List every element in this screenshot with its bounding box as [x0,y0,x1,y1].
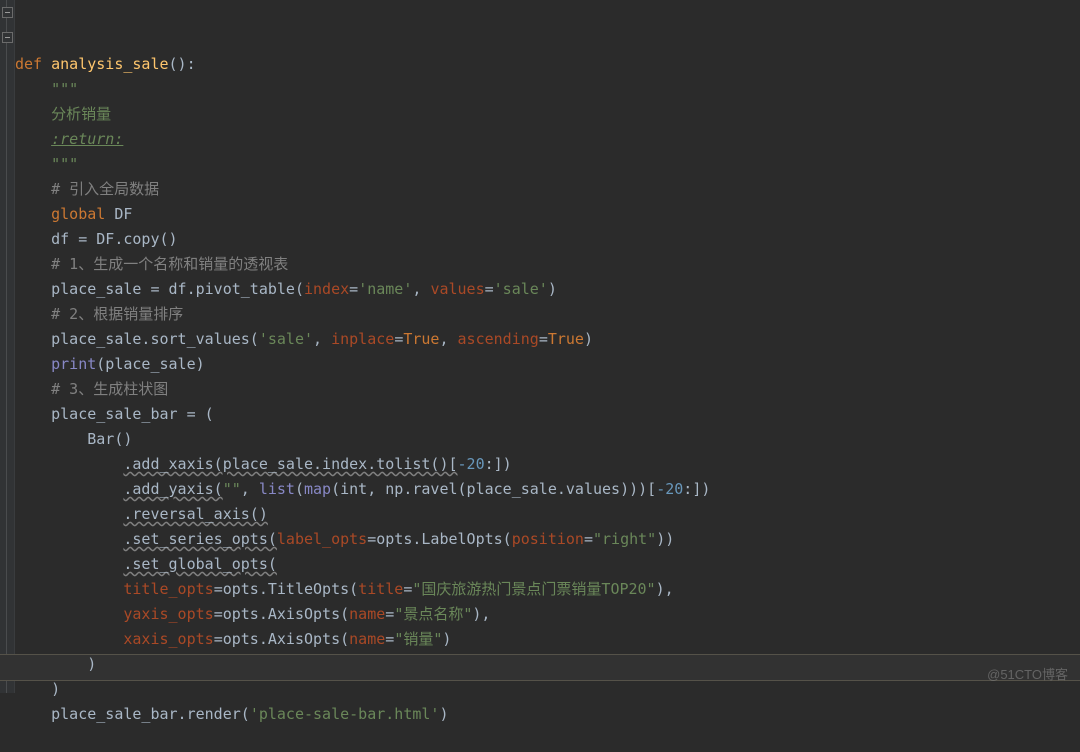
kwarg: ascending [458,330,539,348]
editor-gutter [0,0,15,693]
text: )) [656,530,674,548]
text: :]) [683,480,710,498]
docstring-tag: :return: [51,130,123,148]
fold-marker-icon[interactable] [2,7,13,18]
code-line: .set_global_opts( [123,555,277,573]
text: =opts.LabelOpts( [367,530,512,548]
string: "国庆旅游热门景点门票销量TOP20" [412,580,655,598]
code-line: place_sale_bar = ( [51,405,214,423]
docstring-close: """ [51,155,78,173]
string: "景点名称" [394,605,472,623]
kwarg: title [358,580,403,598]
kwarg: yaxis_opts [123,605,213,623]
code-line: ) [51,680,60,698]
builtin-list: list [259,480,295,498]
text: ) [548,280,557,298]
code-editor[interactable]: def analysis_sale(): """ 分析销量 :return: "… [15,0,1080,752]
string: 'sale' [494,280,548,298]
string: "" [223,480,241,498]
docstring-open: """ [51,80,78,98]
text: ), [472,605,490,623]
code-line: .add_yaxis( [123,480,222,498]
code-line: place_sale_bar.render( [51,705,250,723]
builtin-print: print [51,355,96,373]
function-name: analysis_sale [51,55,168,73]
keyword-def: def [15,55,51,73]
text: , [241,480,259,498]
code-line: .reversal_axis() [123,505,268,523]
kwarg: name [349,630,385,648]
code-line: ) [87,655,96,673]
string: 'name' [358,280,412,298]
keyword-global: global [51,205,114,223]
builtin-map: map [304,480,331,498]
bool: True [548,330,584,348]
text: ) [439,705,448,723]
kwarg: label_opts [277,530,367,548]
kwarg: position [512,530,584,548]
text: ( [295,480,304,498]
number: -20 [458,455,485,473]
fold-marker-icon[interactable] [2,32,13,43]
kwarg: xaxis_opts [123,630,213,648]
text: =opts.TitleOpts( [214,580,359,598]
code-line: .set_series_opts( [123,530,277,548]
text: ) [442,630,451,648]
comment: # 2、根据销量排序 [51,305,183,323]
number: -20 [656,480,683,498]
text: =opts.AxisOpts( [214,630,349,648]
string: 'sale' [259,330,313,348]
text: ) [584,330,593,348]
bool: True [403,330,439,348]
identifier: DF [114,205,132,223]
text: ), [656,580,674,598]
text: =opts.AxisOpts( [214,605,349,623]
comment: # 3、生成柱状图 [51,380,168,398]
string: 'place-sale-bar.html' [250,705,440,723]
kwarg: name [349,605,385,623]
code-line: .add_xaxis(place_sale.index.tolist()[ [123,455,457,473]
code-line: place_sale.sort_values( [51,330,259,348]
code-line: Bar() [87,430,132,448]
kwarg: inplace [331,330,394,348]
code-line: df = DF.copy() [51,230,177,248]
text: (): [169,55,196,73]
comment: # 1、生成一个名称和销量的透视表 [51,255,288,273]
kwarg: title_opts [123,580,213,598]
string: "right" [593,530,656,548]
docstring-line: 分析销量 [51,105,111,123]
text: :]) [485,455,512,473]
comment: # 引入全局数据 [51,180,159,198]
string: "销量" [394,630,442,648]
text: (int, np.ravel(place_sale.values)))[ [331,480,656,498]
kwarg: values [430,280,484,298]
kwarg: index [304,280,349,298]
code-line: place_sale = df.pivot_table( [51,280,304,298]
